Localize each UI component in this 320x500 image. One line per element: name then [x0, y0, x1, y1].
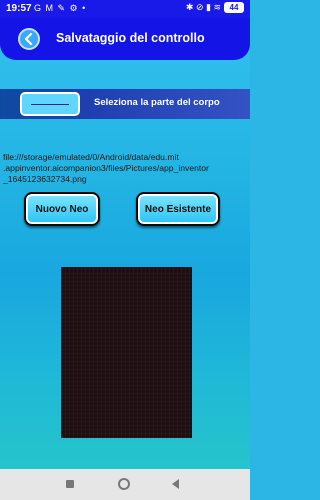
file-path-line: .appinventor.aicompanion3/files/Pictures…	[3, 163, 209, 173]
notification-icons: G M ✎ ⚙ •	[34, 3, 87, 13]
body-part-row: Seleziona la parte del corpo	[0, 89, 250, 119]
home-icon[interactable]	[118, 478, 130, 490]
captured-photo	[61, 267, 192, 438]
page-title: Salvataggio del controllo	[56, 31, 205, 45]
chevron-left-icon	[24, 33, 33, 45]
status-time: 19:57	[6, 3, 32, 14]
app-bar: Salvataggio del controllo	[0, 18, 250, 60]
system-icons: ✱ ⊘ ▮ ≋	[185, 2, 221, 12]
system-nav-bar	[0, 469, 250, 500]
battery-icon: 44	[224, 2, 244, 13]
button-line-glyph	[31, 103, 69, 105]
status-right-icons: ✱ ⊘ ▮ ≋ 44	[186, 2, 244, 13]
body-part-label: Seleziona la parte del corpo	[94, 97, 220, 108]
file-path-line: _1645123632734.png	[3, 174, 87, 184]
existing-mole-button[interactable]: Neo Esistente	[136, 192, 220, 226]
back-icon[interactable]	[172, 479, 179, 489]
back-button[interactable]	[18, 28, 40, 50]
new-mole-button[interactable]: Nuovo Neo	[24, 192, 100, 226]
image-file-path: file:///storage/emulated/0/Android/data/…	[3, 152, 249, 185]
recents-icon[interactable]	[66, 480, 74, 488]
app-screen: 19:57 G M ✎ ⚙ • ✱ ⊘ ▮ ≋ 44 Salvataggio d…	[0, 0, 250, 500]
body-part-button[interactable]	[20, 92, 80, 116]
file-path-line: file:///storage/emulated/0/Android/data/…	[3, 152, 179, 162]
status-bar: 19:57 G M ✎ ⚙ • ✱ ⊘ ▮ ≋ 44	[0, 0, 250, 18]
